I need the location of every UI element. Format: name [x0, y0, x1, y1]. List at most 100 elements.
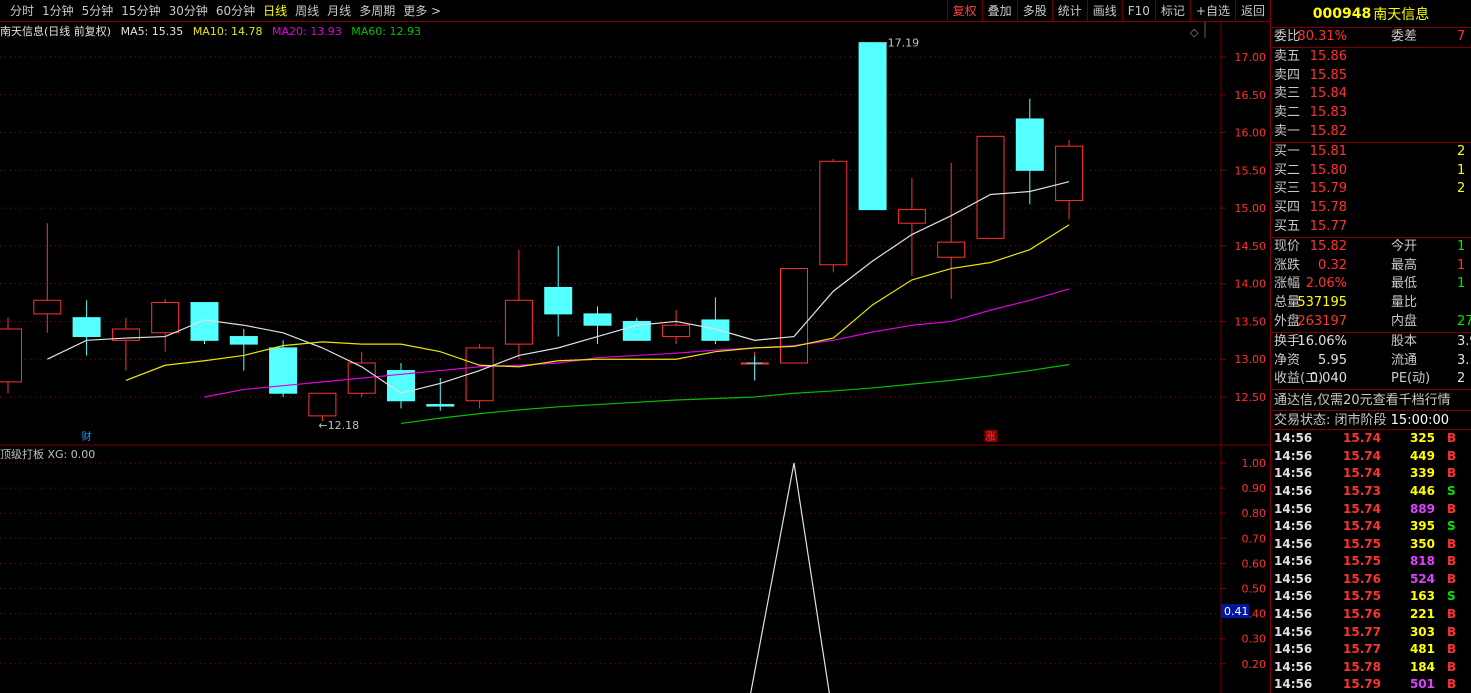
kline-chart[interactable]: 17.00 16.50 16.00 15.50 15.00 14.50 14.00 13.50…: [0, 22, 1270, 693]
buy-level-price: 15.81: [1309, 143, 1347, 159]
period-tab[interactable]: 15分钟: [117, 0, 164, 22]
stats-value2: 2: [1457, 371, 1466, 387]
sell-level-label: 卖三: [1274, 86, 1301, 102]
tick-side: S: [1447, 589, 1456, 604]
period-tab[interactable]: 分时: [6, 0, 38, 22]
xg-signal-line: [750, 462, 830, 693]
tick-side: B: [1447, 624, 1457, 639]
period-toolbar: 分时 1分钟 5分钟 15分钟 30分钟 60分钟 日线 周线 月线 多周期 更多 > 复权 叠加 多股…: [0, 0, 1270, 22]
period-tab[interactable]: 1分钟: [38, 0, 78, 22]
tick-time: 14:56: [1274, 554, 1313, 569]
tick-volume: 889: [1409, 501, 1435, 516]
candle-body-up: [976, 135, 1005, 239]
tool-button[interactable]: 统计: [1051, 0, 1087, 22]
buy-level-volume: 2: [1457, 181, 1466, 197]
price-tick-label: 13.00: [1235, 353, 1267, 366]
tool-button[interactable]: +自选: [1189, 0, 1235, 22]
candle-body-down: [583, 313, 612, 326]
quote-row: 总量 537195 量比: [1271, 294, 1471, 313]
ma10-line: [125, 224, 1070, 381]
indicator-tick-label: 0.70: [1242, 532, 1267, 545]
period-tab[interactable]: 月线: [323, 0, 355, 22]
diamond-icon: ◇: [1190, 26, 1199, 39]
tick-time: 14:56: [1274, 519, 1313, 534]
tick-time: 14:56: [1274, 659, 1313, 674]
tick-volume: 501: [1409, 677, 1435, 692]
tick-side: B: [1447, 501, 1457, 516]
indicator-value: XG: 0.00: [47, 448, 96, 461]
period-tab[interactable]: 5分钟: [78, 0, 118, 22]
indicator-tick-label: 0.20: [1242, 658, 1267, 671]
stats-value2: 3.: [1457, 352, 1470, 368]
quote-label2: 最低: [1391, 276, 1418, 292]
quote-value2: 1: [1457, 276, 1466, 292]
price-tick-label: 14.00: [1235, 278, 1267, 291]
tool-button[interactable]: 标记: [1154, 0, 1190, 22]
quote-label2: 今开: [1391, 238, 1418, 254]
stats-value2: 3.9: [1457, 333, 1471, 349]
tick-volume: 339: [1409, 466, 1435, 481]
stock-code: 000948: [1312, 5, 1372, 22]
quote-value: 2.06%: [1305, 276, 1347, 292]
indicator-tick-label: 0.30: [1242, 633, 1267, 646]
tick-volume: 449: [1409, 448, 1435, 463]
stats-value: 0.040: [1309, 371, 1347, 387]
tick-price: 15.77: [1343, 642, 1381, 657]
period-tab[interactable]: 更多 >: [399, 0, 445, 22]
period-tab[interactable]: 30分钟: [165, 0, 212, 22]
price-tick-label: 12.50: [1235, 391, 1267, 404]
sell-level: 卖四 15.85: [1271, 67, 1471, 86]
tick-row: 14:56 15.74 325 B: [1271, 430, 1471, 448]
quote-panel: 000948 南天信息 委比 80.31% 委差 7 卖五 15.86 卖四 15.8…: [1270, 0, 1471, 693]
stats-value: 16.06%: [1297, 333, 1347, 349]
tool-button[interactable]: F10: [1121, 0, 1155, 22]
tick-time: 14:56: [1274, 448, 1313, 463]
tick-volume: 395: [1409, 519, 1435, 534]
quote-value: 15.82: [1309, 238, 1347, 254]
sell-level-price: 15.86: [1309, 48, 1347, 64]
tool-button[interactable]: 画线: [1086, 0, 1122, 22]
tick-side: B: [1447, 642, 1457, 657]
period-tab[interactable]: 60分钟: [212, 0, 259, 22]
tick-price: 15.73: [1343, 483, 1381, 498]
sell-level: 卖五 15.86: [1271, 48, 1471, 67]
tick-time: 14:56: [1274, 624, 1313, 639]
tick-row: 14:56 15.73 446 S: [1271, 483, 1471, 501]
buy-level: 买二 15.80 1: [1271, 162, 1471, 181]
tool-button[interactable]: 叠加: [981, 0, 1017, 22]
tool-button[interactable]: 返回: [1234, 0, 1270, 22]
tick-volume: 221: [1409, 607, 1435, 622]
buy-level-price: 15.80: [1309, 162, 1347, 178]
tick-side: S: [1447, 483, 1456, 498]
weibi-label: 委比: [1274, 29, 1301, 44]
buy-level: 买四 15.78: [1271, 199, 1471, 218]
sell-orders: 卖五 15.86 卖四 15.85 卖三 15.84 卖二 15.83 卖一 15.82: [1271, 46, 1471, 142]
tool-buttons: 复权 叠加 多股 统计 画线 F10 标记 +自选 返回: [946, 0, 1270, 22]
candle-body-up: [819, 160, 848, 266]
quote-label: 涨幅: [1274, 276, 1301, 292]
tick-row: 14:56 15.79 501 B: [1271, 676, 1471, 693]
buy-level-price: 15.78: [1309, 200, 1347, 216]
stats-row: 换手16.06% 股本 3.9: [1271, 333, 1471, 352]
tick-price: 15.77: [1343, 624, 1381, 639]
indicator-tick-label: 0.80: [1242, 507, 1267, 520]
tick-list: 14:56 15.74 325 B 14:56 15.74 449 B 14:56 15.74 33…: [1271, 430, 1471, 693]
promo-link[interactable]: 通达信,仅需20元查看千档行情: [1271, 389, 1471, 410]
buy-level: 买五 15.77: [1271, 218, 1471, 237]
tool-button[interactable]: 复权: [946, 0, 982, 22]
tick-time: 14:56: [1274, 642, 1313, 657]
candle-body-down: [858, 42, 887, 211]
tick-volume: 163: [1409, 589, 1435, 604]
period-tab[interactable]: 日线: [259, 0, 291, 22]
tool-button[interactable]: 多股: [1016, 0, 1052, 22]
tick-row: 14:56 15.77 481 B: [1271, 641, 1471, 659]
stats-label2: 流通: [1391, 352, 1418, 368]
weibi-value: 80.31%: [1297, 29, 1347, 44]
sell-level: 卖一 15.82: [1271, 123, 1471, 142]
quote-value: 0.32: [1318, 257, 1347, 273]
share-stats: 换手16.06%股本3.9净资5.95流通3.收益(二)0.040PE(动)2: [1271, 331, 1471, 389]
period-tab[interactable]: 周线: [291, 0, 323, 22]
period-tab[interactable]: 多周期: [355, 0, 399, 22]
stock-header[interactable]: 000948 南天信息: [1271, 0, 1471, 28]
tick-price: 15.74: [1343, 466, 1381, 481]
